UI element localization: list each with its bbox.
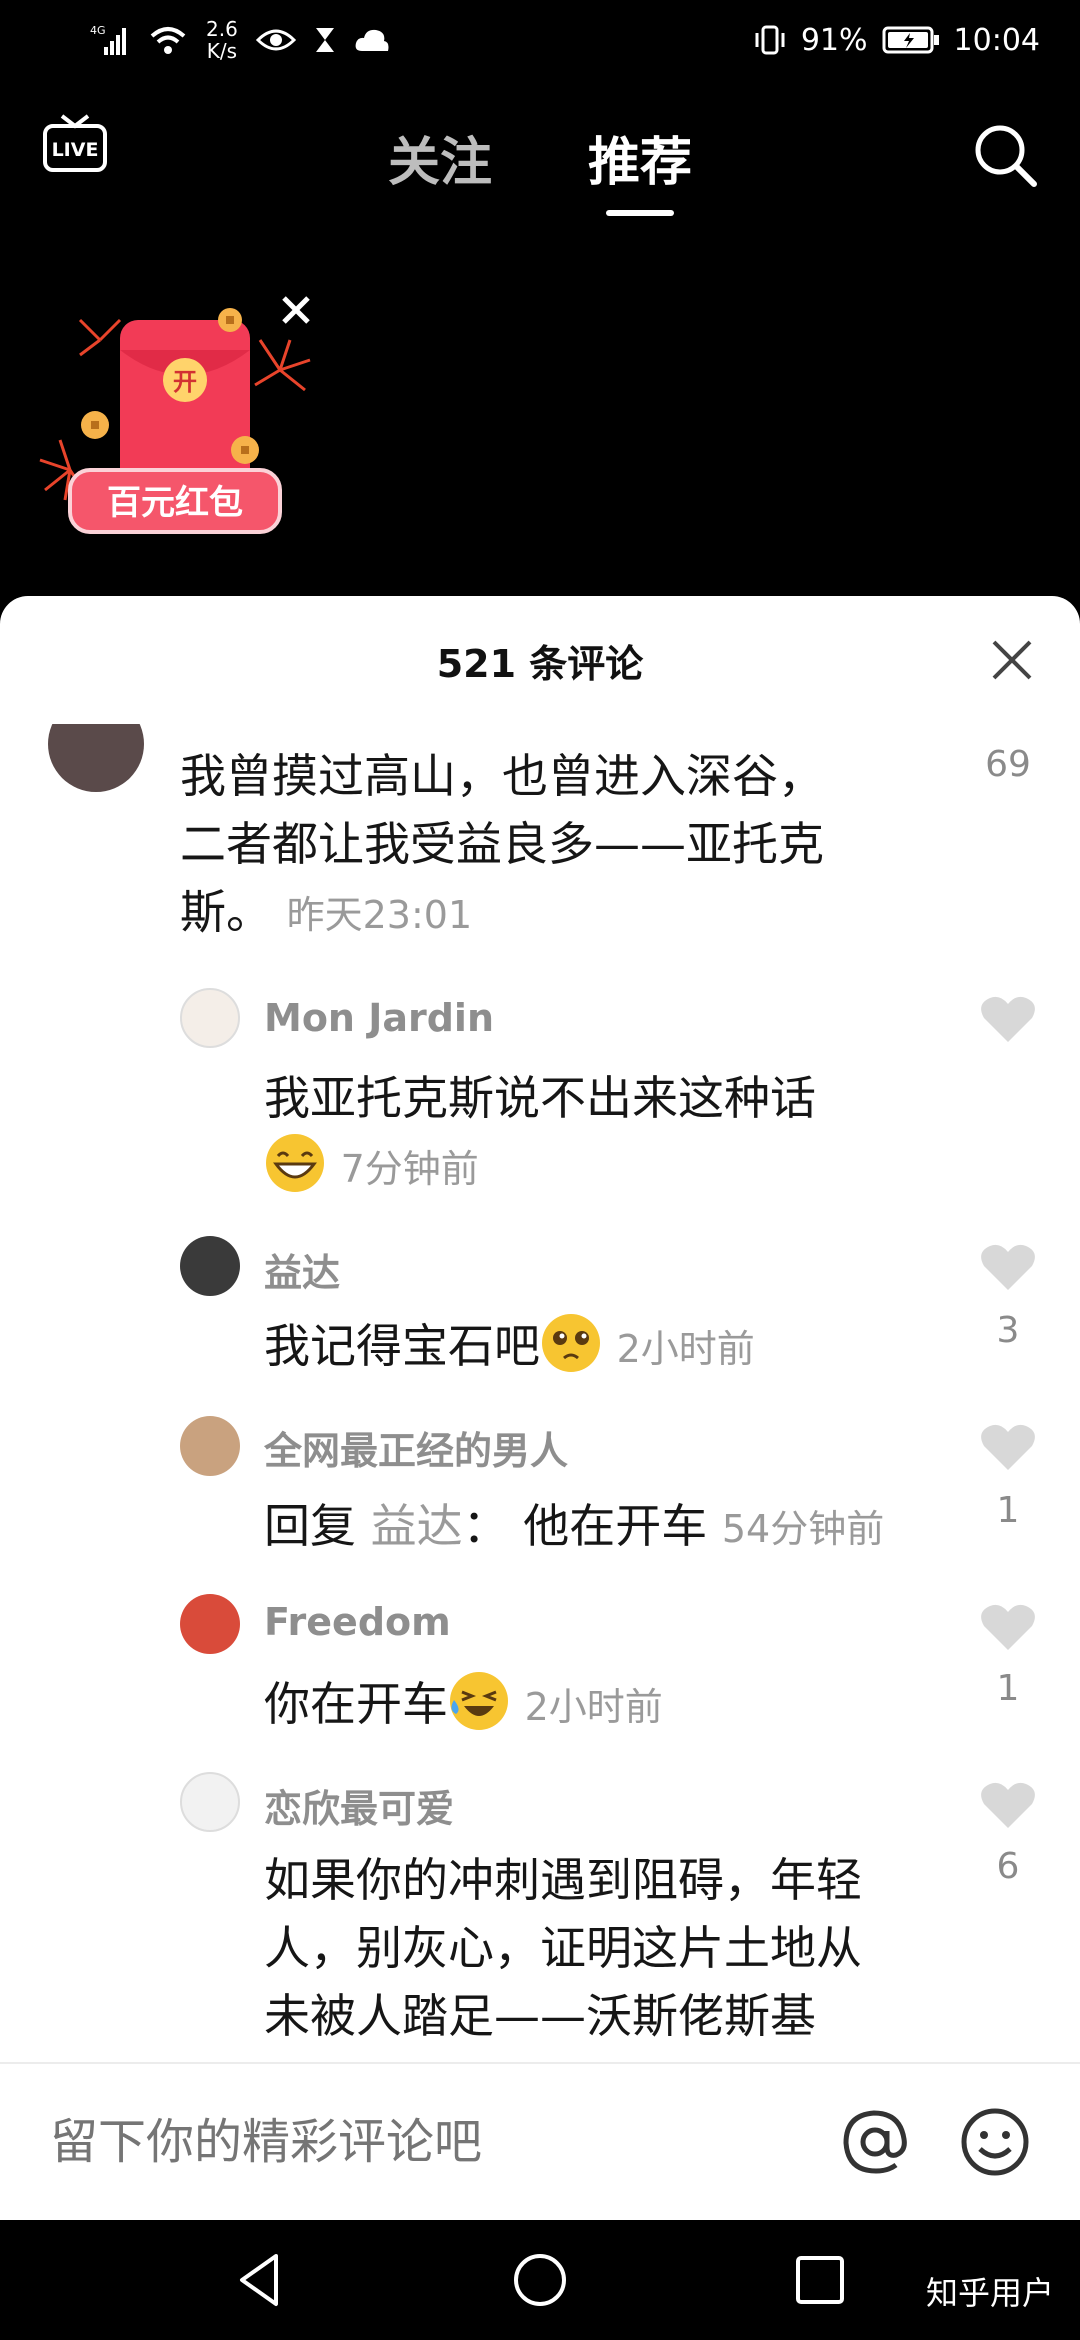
avatar[interactable] (180, 1416, 240, 1476)
comment-time: 2小时前 (524, 1685, 663, 1729)
feed-tabs: 关注 推荐 (0, 120, 1080, 195)
comment-count-title: 521 条评论 (436, 641, 644, 686)
status-left: 4G 2.6 K/s (90, 18, 390, 62)
comment-username[interactable]: 全网最正经的男人 (264, 1420, 568, 1475)
heart-icon (980, 724, 1036, 734)
vibrate-icon (755, 25, 785, 55)
eye-icon (255, 29, 296, 51)
top-nav: LIVE 关注 推荐 (0, 100, 1080, 230)
clock: 10:04 (953, 22, 1040, 58)
avatar[interactable] (180, 1236, 240, 1296)
active-tab-indicator (606, 210, 674, 216)
like-count: 3 (996, 1310, 1020, 1351)
recents-icon[interactable] (790, 2250, 850, 2310)
emoji-picker-icon[interactable] (960, 2107, 1030, 2177)
search-icon[interactable] (970, 120, 1040, 190)
reply-target[interactable]: 益达 (371, 1499, 463, 1553)
like-count: 69 (985, 744, 1031, 785)
battery-percent: 91% (800, 22, 868, 58)
red-packet-promo[interactable]: 开 百元红包 (20, 280, 320, 560)
at-mention-icon[interactable] (840, 2107, 910, 2177)
comment-time: 昨天23:01 (286, 893, 473, 937)
close-icon[interactable] (276, 290, 316, 330)
network-type: 4G (90, 24, 106, 37)
network-speed: 2.6 K/s (206, 17, 238, 63)
back-icon[interactable] (230, 2250, 290, 2310)
comment-list[interactable]: 我曾摸过高山，也曾进入深谷， 二者都让我受益良多——亚托克 斯。 昨天23:01… (0, 724, 1080, 2062)
tab-following[interactable]: 关注 (388, 120, 492, 195)
hourglass-icon (315, 28, 334, 52)
comment-text: 我曾摸过高山，也曾进入深谷， 二者都让我受益良多——亚托克 斯。 昨天23:01 (180, 749, 824, 939)
like-count: 6 (996, 1846, 1020, 1887)
comment-text: 如果你的冲刺遇到阻碍，年轻 人，别灰心，证明这片土地从 未被人踏足——沃斯佬斯基 (264, 1853, 862, 2043)
comment-username[interactable]: 恋欣最可爱 (264, 1778, 454, 1833)
heart-icon[interactable] (980, 1422, 1036, 1472)
comment-text: 你在开车 2小时前 (264, 1670, 944, 1741)
cloud-icon (355, 29, 389, 51)
comment-text: 我记得宝石吧 2小时前 (264, 1312, 944, 1383)
watermark: 知乎用户 (925, 2274, 1054, 2312)
status-bar: 4G 2.6 K/s 91% 10:04 (0, 0, 1080, 80)
cellular-signal-icon: 4G (90, 24, 126, 55)
comment-text: 我亚托克斯说不出来这种话 7分钟前 (264, 1064, 944, 1203)
avatar[interactable] (180, 1772, 240, 1832)
heart-icon[interactable] (980, 1780, 1036, 1830)
laughing-tears-emoji-icon (450, 1672, 508, 1730)
like-count: 1 (996, 1490, 1020, 1531)
comment-username[interactable]: Freedom (264, 1600, 451, 1644)
avatar[interactable] (180, 988, 240, 1048)
system-nav-bar (0, 2220, 1080, 2340)
wifi-icon (150, 27, 186, 54)
avatar[interactable] (180, 1594, 240, 1654)
comment-input[interactable] (50, 2114, 840, 2170)
grin-emoji-icon (266, 1134, 324, 1192)
comment-sheet: 521 条评论 我曾摸过高山，也曾进入深谷， 二者都让我受益良多——亚托克 斯。… (0, 596, 1080, 2062)
comment-time: 54分钟前 (721, 1507, 885, 1551)
comment-time: 2小时前 (616, 1327, 755, 1371)
battery-icon (882, 26, 939, 54)
reply-prefix: 回复 (264, 1499, 356, 1553)
heart-icon[interactable] (980, 1242, 1036, 1292)
red-packet-badge: 开 (173, 368, 197, 396)
comment-username[interactable]: 益达 (264, 1242, 340, 1297)
avatar[interactable] (48, 724, 144, 792)
heart-icon[interactable] (980, 1602, 1036, 1652)
like-count: 1 (996, 1668, 1020, 1709)
comment-input-bar (0, 2062, 1080, 2220)
comment-time: 7分钟前 (340, 1147, 479, 1191)
red-packet-label: 百元红包 (107, 483, 243, 523)
status-right: 91% 10:04 (753, 23, 1040, 58)
comment-username[interactable]: Mon Jardin (264, 996, 494, 1040)
sheet-header: 521 条评论 (0, 596, 1080, 724)
home-icon[interactable] (510, 2250, 570, 2310)
heart-icon[interactable] (980, 994, 1036, 1044)
comment-text: 回复 益达： 他在开车 54分钟前 (264, 1499, 885, 1553)
pleading-emoji-icon (542, 1314, 600, 1372)
close-icon[interactable] (988, 636, 1036, 684)
tab-recommended[interactable]: 推荐 (588, 120, 692, 195)
